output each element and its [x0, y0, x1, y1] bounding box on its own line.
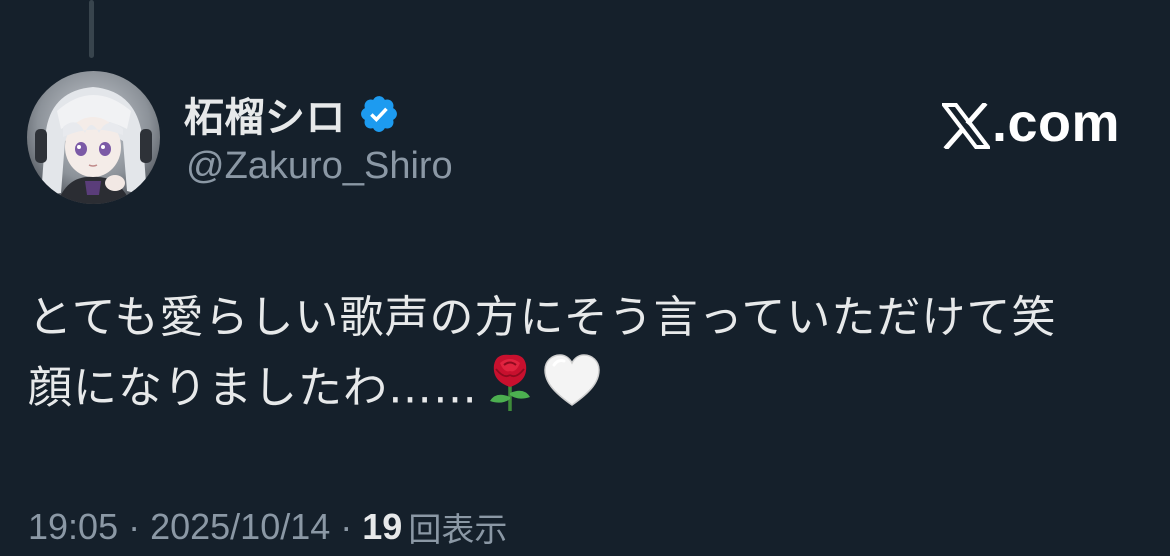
rose-emoji-icon: [482, 351, 538, 430]
site-watermark: .com: [939, 92, 1120, 154]
tweet-meta: 19:05 · 2025/10/14 · 19 回表示: [28, 503, 507, 551]
tweet-text: とても愛らしい歌声の方にそう言っていただけて笑 顔になりましたわ……: [28, 285, 1143, 430]
tweet-text-segment: 顔になりましたわ……: [28, 362, 478, 414]
verified-badge-icon[interactable]: [358, 93, 400, 135]
views-count[interactable]: 19: [362, 506, 402, 548]
meta-separator: ·: [128, 506, 141, 547]
tweet-date[interactable]: 2025/10/14: [150, 506, 330, 548]
meta-separator: ·: [340, 506, 353, 547]
thread-connector-line: [89, 0, 94, 58]
tweet-time[interactable]: 19:05: [28, 506, 118, 548]
author-display-name[interactable]: 柘榴シロ: [184, 85, 346, 143]
white-heart-emoji-icon: [542, 353, 602, 428]
author-name-row: 柘榴シロ: [184, 85, 400, 143]
avatar[interactable]: [27, 71, 160, 204]
author-handle[interactable]: @Zakuro_Shiro: [186, 145, 453, 188]
tweet-text-line: 顔になりましたわ……: [28, 351, 1143, 430]
site-domain-suffix: .com: [991, 93, 1120, 153]
avatar-image: [27, 71, 160, 204]
tweet-text-line: とても愛らしい歌声の方にそう言っていただけて笑: [28, 292, 1057, 343]
views-label: 回表示: [408, 510, 508, 549]
x-logo-icon: [939, 100, 992, 151]
